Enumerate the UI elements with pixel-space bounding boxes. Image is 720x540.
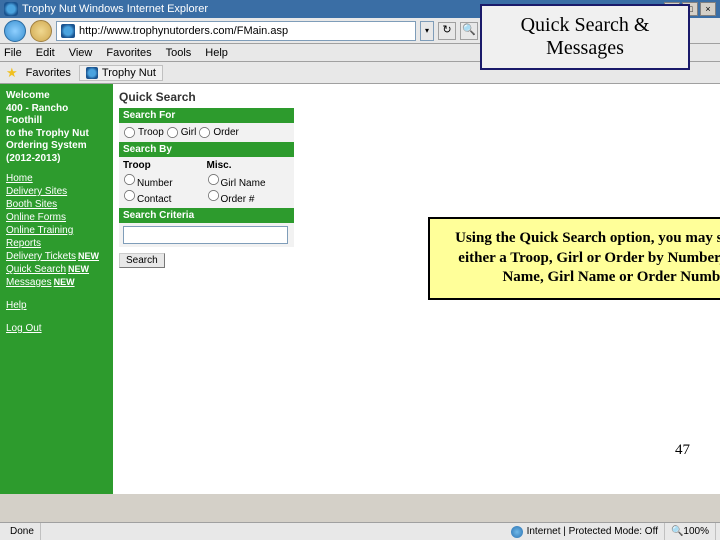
search-for-header: Search For xyxy=(119,108,294,123)
tab-site-icon xyxy=(86,67,98,79)
search-button[interactable]: 🔍 xyxy=(460,22,478,40)
sidebar-item-online-training[interactable]: Online Training xyxy=(6,225,107,236)
slide-title-overlay: Quick Search & Messages xyxy=(480,4,690,70)
radio-girlname[interactable]: Girl Name xyxy=(207,178,266,189)
welcome-text: Welcome 400 - Rancho Foothill to the Tro… xyxy=(6,90,107,165)
globe-icon xyxy=(511,526,523,538)
menu-edit[interactable]: Edit xyxy=(36,47,55,59)
radio-order[interactable]: Order xyxy=(198,126,239,139)
close-button[interactable]: × xyxy=(700,2,716,16)
sidebar: Welcome 400 - Rancho Foothill to the Tro… xyxy=(0,84,113,494)
new-badge: NEW xyxy=(54,277,75,287)
sidebar-item-reports[interactable]: Reports xyxy=(6,238,107,249)
menu-file[interactable]: File xyxy=(4,47,22,59)
favorites-label: Favorites xyxy=(26,67,71,79)
sidebar-item-help[interactable]: Help xyxy=(6,300,107,311)
page-tab[interactable]: Trophy Nut xyxy=(79,65,163,81)
sidebar-item-booth-sites[interactable]: Booth Sites xyxy=(6,199,107,210)
sidebar-item-delivery-tickets[interactable]: Delivery TicketsNEW xyxy=(6,251,107,262)
search-criteria-header: Search Criteria xyxy=(119,208,294,223)
sidebar-item-home[interactable]: Home xyxy=(6,173,107,184)
new-badge: NEW xyxy=(78,251,99,261)
main-panel: Quick Search Search For Troop Girl Order… xyxy=(113,84,720,494)
quick-search-panel: Search For Troop Girl Order Search By Tr… xyxy=(119,108,294,247)
ie-icon xyxy=(4,2,18,16)
menu-view[interactable]: View xyxy=(69,47,93,59)
window-title: Trophy Nut Windows Internet Explorer xyxy=(22,3,208,15)
tab-label: Trophy Nut xyxy=(102,67,156,79)
menu-help[interactable]: Help xyxy=(205,47,228,59)
search-by-header: Search By xyxy=(119,142,294,157)
sidebar-item-messages[interactable]: MessagesNEW xyxy=(6,277,107,288)
status-done: Done xyxy=(4,523,41,540)
content-area: Welcome 400 - Rancho Foothill to the Tro… xyxy=(0,84,720,494)
instruction-overlay: Using the Quick Search option, you may s… xyxy=(428,217,720,300)
forward-button[interactable] xyxy=(30,20,52,42)
back-button[interactable] xyxy=(4,20,26,42)
url-dropdown[interactable]: ▾ xyxy=(420,21,434,41)
slide-number: 47 xyxy=(675,442,690,459)
url-text: http://www.trophynutorders.com/FMain.asp xyxy=(79,25,288,37)
menu-favorites[interactable]: Favorites xyxy=(106,47,151,59)
status-bar: Done Internet | Protected Mode: Off 🔍 10… xyxy=(0,522,720,540)
radio-number[interactable]: Number xyxy=(123,178,173,189)
refresh-button[interactable]: ↻ xyxy=(438,22,456,40)
new-badge: NEW xyxy=(68,264,89,274)
col-misc-header: Misc. xyxy=(207,160,291,171)
radio-contact[interactable]: Contact xyxy=(123,194,171,205)
instruction-text: Using the Quick Search option, you may s… xyxy=(455,230,720,285)
radio-ordernum[interactable]: Order # xyxy=(207,194,255,205)
radio-girl[interactable]: Girl xyxy=(166,126,197,139)
sidebar-item-delivery-sites[interactable]: Delivery Sites xyxy=(6,186,107,197)
search-submit-button[interactable]: Search xyxy=(119,253,165,268)
sidebar-item-quick-search[interactable]: Quick SearchNEW xyxy=(6,264,107,275)
sidebar-item-logout[interactable]: Log Out xyxy=(6,323,107,334)
search-for-options: Troop Girl Order xyxy=(123,126,290,139)
url-input[interactable]: http://www.trophynutorders.com/FMain.asp xyxy=(56,21,416,41)
status-zone: Internet | Protected Mode: Off xyxy=(505,523,665,540)
sidebar-item-online-forms[interactable]: Online Forms xyxy=(6,212,107,223)
radio-troop[interactable]: Troop xyxy=(123,126,164,139)
status-zoom[interactable]: 🔍 100% xyxy=(665,523,716,540)
col-troop-header: Troop xyxy=(123,160,207,171)
site-icon xyxy=(61,24,75,38)
menu-tools[interactable]: Tools xyxy=(166,47,192,59)
favorites-star-icon[interactable]: ★ xyxy=(6,65,18,81)
page-title: Quick Search xyxy=(119,90,714,104)
search-criteria-input[interactable] xyxy=(123,226,288,244)
slide-title-text: Quick Search & Messages xyxy=(521,14,650,59)
